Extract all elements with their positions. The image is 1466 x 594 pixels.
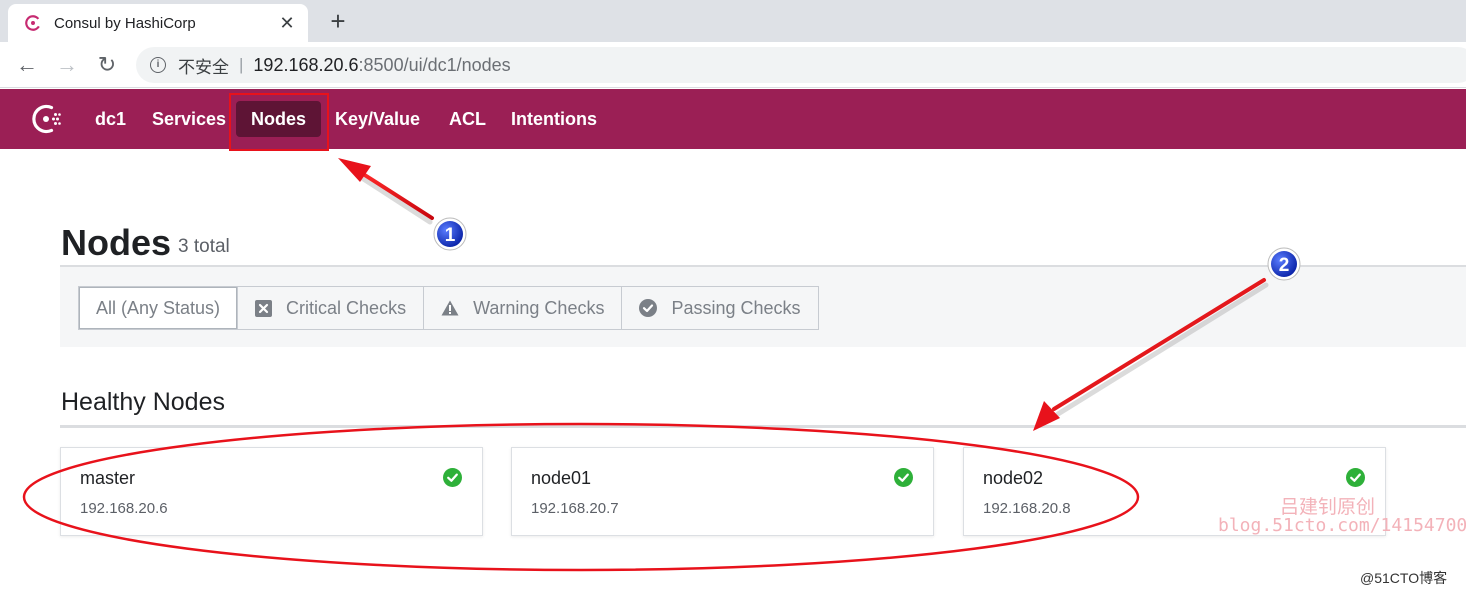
back-button[interactable]: ← (12, 50, 42, 80)
consul-nav-bar: dc1 Services Nodes Key/Value ACL Intenti… (0, 89, 1466, 149)
section-title: Healthy Nodes (61, 388, 225, 416)
reload-button[interactable]: ↻ (92, 50, 122, 80)
node-name: node02 (983, 468, 1044, 488)
url-separator: | (239, 55, 244, 74)
nav-key-value[interactable]: Key/Value (320, 101, 435, 137)
nav-acl[interactable]: ACL (434, 101, 501, 137)
filter-all-label: All (Any Status) (96, 297, 221, 318)
info-icon[interactable]: i (150, 57, 166, 73)
node-name: master (80, 468, 136, 488)
node-address: 192.168.20.7 (531, 500, 619, 517)
passing-check-icon (443, 468, 462, 487)
consul-logo-icon[interactable] (29, 101, 65, 137)
browser-tab-strip: Consul by HashiCorp ✕ + (0, 0, 1466, 42)
forward-button[interactable]: → (52, 50, 82, 80)
tab-title: Consul by HashiCorp (54, 14, 196, 32)
filter-all[interactable]: All (Any Status) (79, 287, 239, 329)
node-name: node01 (531, 468, 592, 488)
passing-check-icon (894, 468, 913, 487)
url-path: :8500/ui/dc1/nodes (358, 54, 511, 75)
x-square-icon (255, 299, 273, 317)
new-tab-button[interactable]: + (322, 6, 354, 38)
annotation-highlight-box (229, 93, 329, 151)
security-label: 不安全 (178, 57, 229, 77)
passing-check-icon (1346, 468, 1365, 487)
page-title: Nodes (61, 222, 172, 263)
section-divider (60, 425, 1466, 428)
node-count: 3 total (178, 236, 230, 257)
tab-close-icon[interactable]: ✕ (276, 13, 298, 34)
filter-critical[interactable]: Critical Checks (238, 287, 425, 329)
annotation-arrow-1 (338, 158, 434, 225)
nav-intentions[interactable]: Intentions (496, 101, 612, 137)
browser-toolbar: ← → ↻ i 不安全 | 192.168.20.6:8500/ui/dc1/n… (0, 42, 1466, 88)
status-filter-group: All (Any Status) Critical Checks Warning… (78, 286, 819, 330)
url-host: 192.168.20.6 (253, 54, 359, 75)
copyright-label: @51CTO博客 (1360, 570, 1448, 586)
filter-passing-label: Passing Checks (671, 297, 801, 318)
consul-favicon-icon (25, 15, 41, 31)
filter-critical-label: Critical Checks (286, 297, 407, 318)
node-address: 192.168.20.8 (983, 500, 1071, 517)
address-bar[interactable]: i 不安全 | 192.168.20.6:8500/ui/dc1/nodes (136, 47, 1466, 83)
filter-warning[interactable]: Warning Checks (424, 287, 623, 329)
node-address: 192.168.20.6 (80, 500, 168, 517)
filter-warning-label: Warning Checks (473, 297, 605, 318)
check-circle-icon (639, 299, 658, 317)
marker-1-label: 1 (445, 225, 456, 246)
filter-passing[interactable]: Passing Checks (622, 287, 817, 329)
node-card-master[interactable]: master 192.168.20.6 (60, 447, 483, 536)
warning-triangle-icon (441, 300, 459, 316)
annotation-marker-1: 1 (433, 217, 467, 251)
nav-datacenter[interactable]: dc1 (80, 101, 141, 137)
watermark-url: blog.51cto.com/14154700 (1218, 515, 1466, 536)
node-card-node01[interactable]: node01 192.168.20.7 (511, 447, 934, 536)
browser-tab[interactable]: Consul by HashiCorp ✕ (8, 4, 308, 42)
nav-services[interactable]: Services (137, 101, 241, 137)
